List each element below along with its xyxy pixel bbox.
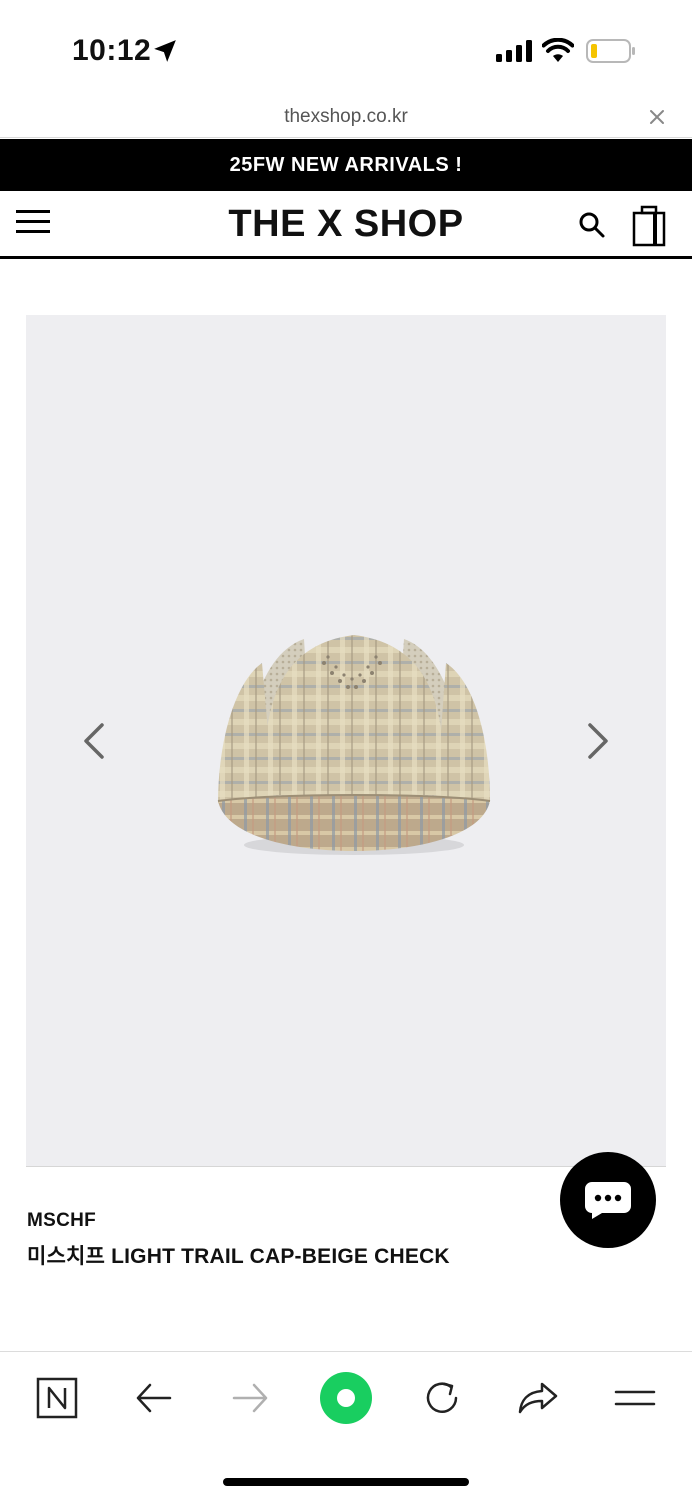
wifi-icon — [542, 38, 574, 62]
location-arrow-icon — [154, 40, 176, 62]
back-arrow-icon[interactable] — [132, 1376, 176, 1420]
chevron-right-icon[interactable] — [584, 719, 612, 763]
search-icon[interactable] — [578, 211, 606, 239]
naver-n-icon[interactable] — [35, 1376, 79, 1420]
menu-lines-icon[interactable] — [613, 1376, 657, 1420]
browser-toolbar — [0, 1351, 692, 1500]
chat-button[interactable] — [560, 1152, 656, 1248]
promo-banner[interactable]: 25FW NEW ARRIVALS ! — [0, 139, 692, 191]
green-dot-icon[interactable] — [319, 1371, 373, 1425]
shopping-bag-icon[interactable] — [632, 205, 668, 247]
reload-icon[interactable] — [420, 1376, 464, 1420]
url-text[interactable]: thexshop.co.kr — [0, 106, 692, 128]
site-header: THE X SHOP — [0, 191, 692, 259]
chat-bubble-icon — [585, 1182, 631, 1219]
product-gallery[interactable] — [26, 315, 666, 1167]
signal-icon — [496, 40, 532, 62]
forward-arrow-icon[interactable] — [228, 1376, 272, 1420]
share-icon[interactable] — [516, 1376, 560, 1420]
product-image — [217, 635, 491, 855]
status-bar: 10:12 — [0, 0, 692, 100]
url-bar[interactable]: thexshop.co.kr — [0, 100, 692, 138]
hamburger-menu-icon[interactable] — [16, 207, 52, 237]
home-indicator — [223, 1478, 469, 1486]
battery-icon — [586, 39, 635, 63]
product-brand: MSCHF — [27, 1210, 97, 1231]
chevron-left-icon[interactable] — [80, 719, 108, 763]
product-name: 미스치프 LIGHT TRAIL CAP-BEIGE CHECK — [27, 1245, 450, 1268]
status-time: 10:12 — [72, 34, 152, 67]
close-icon[interactable] — [648, 108, 666, 126]
